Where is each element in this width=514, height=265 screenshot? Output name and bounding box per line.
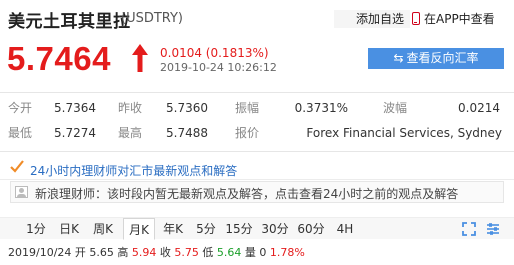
quote-source-label: 报价 bbox=[235, 126, 260, 140]
advisor-section: 24小时内理财师对汇市最新观点和解答 新浪理财师：该时段内暂无最新观点及解答，点… bbox=[0, 152, 514, 208]
tab-yearly-k[interactable]: 年K bbox=[158, 218, 188, 240]
ohlc-change-pct: 1.78% bbox=[269, 246, 305, 259]
ohlc-date: 2019/10/24 bbox=[8, 246, 72, 259]
stats-panel: 今开 5.7364 昨收 5.7360 振幅 0.3731% 波幅 0.0214… bbox=[0, 92, 514, 152]
prev-close-label: 昨收 bbox=[118, 101, 143, 115]
advisor-message[interactable]: 新浪理财师：该时段内暂无最新观点及解答，点击查看24小时之前的观点及解答 bbox=[10, 181, 504, 203]
check-icon bbox=[10, 160, 24, 173]
reverse-rate-label: 查看反向汇率 bbox=[406, 51, 479, 65]
ohlc-high-label: 高 bbox=[117, 246, 129, 259]
ohlc-high-value: 5.94 bbox=[131, 246, 157, 259]
stats-row: 最低 5.7274 最高 5.7488 报价 Forex Financial S… bbox=[0, 122, 514, 144]
quote-header: 美元土耳其里拉 (USDTRY) 添加自选 在APP中查看 bbox=[0, 0, 514, 36]
tab-1min[interactable]: 1分 bbox=[22, 218, 50, 240]
tab-5min[interactable]: 5分 bbox=[193, 218, 219, 240]
amplitude-label: 振幅 bbox=[235, 101, 260, 115]
quote-timestamp: 2019-10-24 10:26:12 bbox=[160, 61, 277, 74]
price-change: 0.0104 (0.1813%) bbox=[160, 46, 269, 60]
open-value: 5.7364 bbox=[54, 101, 96, 115]
amplitude-value: 0.3731% bbox=[294, 101, 348, 115]
low-value: 5.7274 bbox=[54, 126, 96, 140]
ohlc-volume-value: 0 bbox=[259, 246, 267, 259]
swap-icon: ⇆ bbox=[393, 51, 404, 65]
chart-period-tabs: 1分 日K 周K 月K 年K 5分 15分 30分 60分 4H bbox=[0, 217, 514, 240]
tab-60min[interactable]: 60分 bbox=[295, 218, 327, 240]
ohlc-open-value: 5.65 bbox=[89, 246, 114, 259]
stats-row: 今开 5.7364 昨收 5.7360 振幅 0.3731% 波幅 0.0214 bbox=[0, 97, 514, 119]
advisor-message-text: 新浪理财师：该时段内暂无最新观点及解答，点击查看24小时之前的观点及解答 bbox=[35, 187, 459, 201]
high-label: 最高 bbox=[118, 126, 143, 140]
reverse-rate-button[interactable]: ⇆ 查看反向汇率 bbox=[368, 48, 504, 69]
tab-30min[interactable]: 30分 bbox=[259, 218, 291, 240]
open-in-app-button[interactable]: 在APP中查看 bbox=[412, 10, 495, 28]
fullscreen-icon[interactable] bbox=[462, 222, 476, 236]
user-icon bbox=[15, 186, 28, 198]
tab-15min[interactable]: 15分 bbox=[223, 218, 255, 240]
instrument-title: 美元土耳其里拉 bbox=[8, 12, 131, 32]
current-price: 5.7464 bbox=[7, 40, 111, 77]
advisor-link[interactable]: 24小时内理财师对汇市最新观点和解答 bbox=[30, 162, 237, 179]
advisor-header: 24小时内理财师对汇市最新观点和解答 bbox=[0, 158, 514, 180]
high-value: 5.7488 bbox=[166, 126, 208, 140]
ohlc-close-label: 收 bbox=[159, 246, 171, 259]
tab-monthly-k[interactable]: 月K bbox=[123, 218, 155, 240]
ohlc-open-label: 开 bbox=[74, 246, 86, 259]
ohlc-low-value: 5.64 bbox=[216, 246, 242, 259]
prev-close-value: 5.7360 bbox=[166, 101, 208, 115]
tab-daily-k[interactable]: 日K bbox=[55, 218, 83, 240]
range-label: 波幅 bbox=[383, 101, 408, 115]
quote-source-value: Forex Financial Services, Sydney bbox=[306, 126, 502, 140]
ohlc-close-value: 5.75 bbox=[174, 246, 199, 259]
up-arrow-icon bbox=[132, 44, 148, 72]
phone-icon bbox=[412, 12, 420, 25]
instrument-code: (USDTRY) bbox=[121, 11, 184, 26]
add-favorite-label: 添加自选 bbox=[355, 12, 404, 26]
settings-icon[interactable] bbox=[486, 222, 500, 236]
tab-4h[interactable]: 4H bbox=[332, 218, 358, 240]
open-label: 今开 bbox=[8, 101, 33, 115]
add-favorite-button[interactable]: 添加自选 bbox=[334, 10, 410, 28]
range-value: 0.0214 bbox=[458, 101, 500, 115]
ohlc-low-label: 低 bbox=[202, 246, 214, 259]
open-in-app-label: 在APP中查看 bbox=[424, 12, 495, 26]
ohlc-volume-label: 量 bbox=[244, 246, 256, 259]
tab-weekly-k[interactable]: 周K bbox=[88, 218, 118, 240]
low-label: 最低 bbox=[8, 126, 33, 140]
ohlc-readout: 2019/10/24 开 5.65 高 5.94 收 5.75 低 5.64 量… bbox=[8, 244, 305, 260]
